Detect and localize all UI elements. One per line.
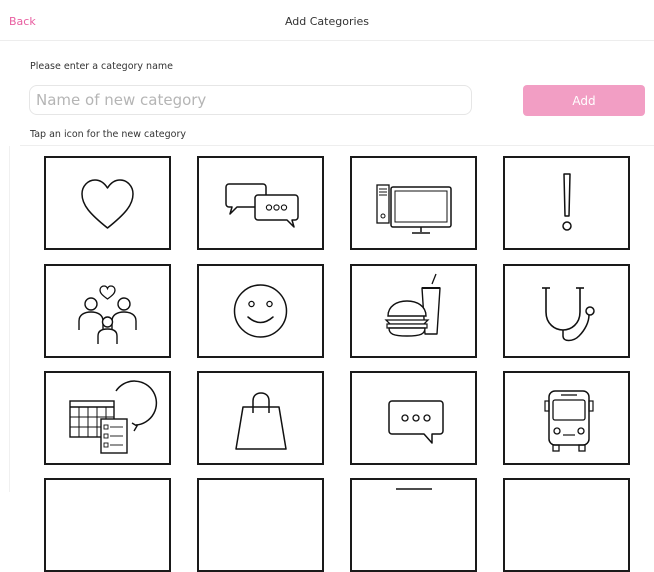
icon-tile-exclamation[interactable]: [503, 156, 630, 250]
smiley-face-icon: [233, 284, 288, 338]
icon-tile-chat[interactable]: [197, 156, 324, 250]
calendar-schedule-icon: [69, 380, 158, 454]
icon-tile-shopping[interactable]: [197, 371, 324, 465]
left-edge-line: [9, 146, 10, 492]
fast-food-icon: [384, 273, 441, 337]
icon-prompt: Tap an icon for the new category: [30, 129, 187, 140]
category-name-prompt: Please enter a category name: [30, 61, 173, 72]
icon-tile-row4-3[interactable]: [350, 478, 477, 572]
stethoscope-icon: [542, 287, 595, 342]
speech-bubble-icon: [388, 400, 444, 444]
section-divider: [20, 145, 654, 146]
heart-icon: [81, 179, 134, 229]
family-icon: [78, 285, 137, 344]
icon-tile-computer[interactable]: [350, 156, 477, 250]
shopping-bag-icon: [235, 392, 287, 450]
icon-tile-speech[interactable]: [350, 371, 477, 465]
icon-tile-food[interactable]: [350, 264, 477, 358]
page-title: Add Categories: [284, 15, 370, 28]
icon-tile-row4-1[interactable]: [44, 478, 171, 572]
add-button[interactable]: Add: [523, 85, 645, 116]
category-name-input[interactable]: [29, 85, 472, 115]
icon-tile-smiley[interactable]: [197, 264, 324, 358]
header-bar: Back Add Categories: [0, 0, 654, 41]
bus-icon: [544, 390, 594, 452]
exclamation-icon: [562, 173, 572, 231]
icon-tile-calendar[interactable]: [44, 371, 171, 465]
icon-tile-bus[interactable]: [503, 371, 630, 465]
chat-bubbles-icon: [225, 183, 299, 228]
icon-tile-heart[interactable]: [44, 156, 171, 250]
computer-icon: [376, 184, 452, 234]
icon-tile-family[interactable]: [44, 264, 171, 358]
icon-tile-row4-4[interactable]: [503, 478, 630, 572]
icon-tile-row4-2[interactable]: [197, 478, 324, 572]
icon-tile-stethoscope[interactable]: [503, 264, 630, 358]
